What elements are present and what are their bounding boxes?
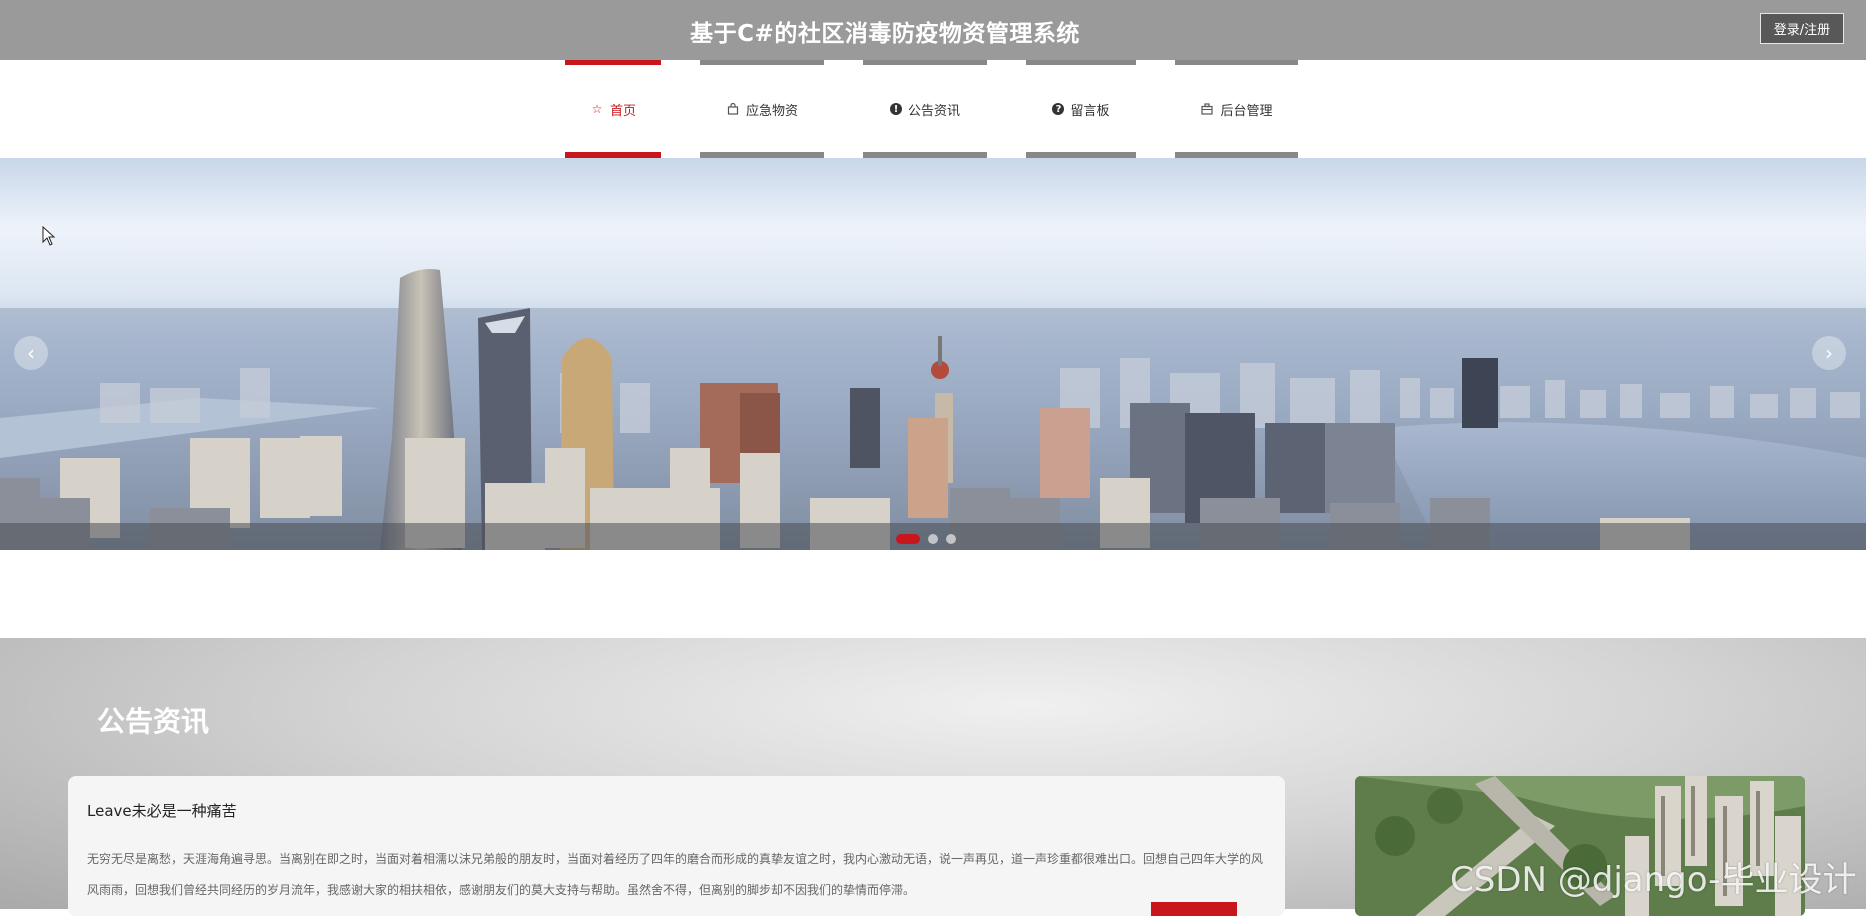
read-more-button[interactable]	[1151, 902, 1237, 916]
nav-label: 应急物资	[745, 103, 798, 119]
nav-item-home[interactable]: ☆ 首页	[565, 60, 661, 158]
exclamation-circle-icon: !	[889, 103, 902, 115]
carousel-indicators	[896, 534, 956, 544]
section-title: 公告资讯	[97, 705, 210, 738]
carousel-next-button[interactable]: ›	[1812, 336, 1846, 370]
nav-label: 公告资讯	[907, 103, 960, 119]
news-card[interactable]: Leave未必是一种痛苦 无穷无尽是离愁，天涯海角遍寻思。当离别在即之时，当面对…	[68, 776, 1285, 916]
news-excerpt: 无穷无尽是离愁，天涯海角遍寻思。当离别在即之时，当面对着相濡以沫兄弟般的朋友时，…	[87, 852, 1264, 897]
carousel-dot[interactable]	[928, 534, 938, 544]
top-bar: 基于C#的社区消毒防疫物资管理系统 登录/注册	[0, 0, 1866, 60]
briefcase-icon	[1200, 102, 1214, 116]
carousel-prev-button[interactable]: ‹	[14, 336, 48, 370]
news-title[interactable]: Leave未必是一种痛苦	[87, 800, 237, 821]
shopping-bag-icon	[726, 102, 740, 116]
nav-item-announcements[interactable]: ! 公告资讯	[863, 60, 987, 158]
site-title: 基于C#的社区消毒防疫物资管理系统	[690, 21, 1080, 47]
login-register-button[interactable]: 登录/注册	[1760, 13, 1844, 44]
nav-label: 首页	[609, 103, 636, 119]
carousel-dot[interactable]	[946, 534, 956, 544]
csdn-watermark: CSDN @django-毕业设计	[1450, 860, 1857, 900]
nav-item-message-board[interactable]: ? 留言板	[1026, 60, 1136, 158]
city-skyline-image	[0, 269, 1866, 550]
nav-item-emergency-supplies[interactable]: 应急物资	[700, 60, 824, 158]
nav-label: 后台管理	[1220, 103, 1273, 119]
star-icon: ☆	[591, 102, 603, 116]
main-nav: ☆ 首页 应急物资 ! 公告资讯 ? 留言板 后台管理	[0, 60, 1866, 158]
hero-carousel: ‹ ›	[0, 158, 1866, 550]
nav-item-admin[interactable]: 后台管理	[1175, 60, 1298, 158]
question-circle-icon: ?	[1052, 103, 1065, 115]
mouse-cursor-icon	[42, 226, 56, 246]
carousel-dot[interactable]	[896, 534, 920, 544]
nav-label: 留言板	[1070, 103, 1110, 119]
